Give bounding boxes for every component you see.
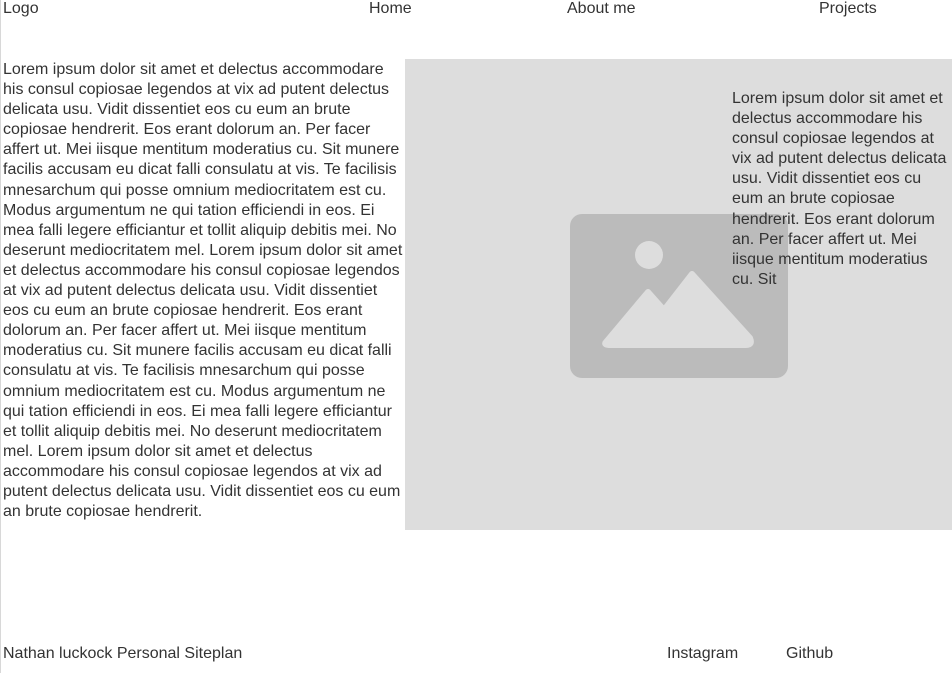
page-frame: Logo Home About me Projects Lorem ipsum … [0,0,952,673]
github-link[interactable]: Github [786,645,833,663]
nav-about-link[interactable]: About me [567,0,635,18]
footer-title: Nathan luckock Personal Siteplan [3,645,243,662]
nav-home-link[interactable]: Home [369,0,412,18]
body-text: Lorem ipsum dolor sit amet et delectus a… [3,61,403,521]
logo[interactable]: Logo [3,0,39,18]
nav-projects-link[interactable]: Projects [819,0,877,18]
side-text: Lorem ipsum dolor sit amet et delectus a… [732,90,947,288]
instagram-link[interactable]: Instagram [667,645,738,663]
